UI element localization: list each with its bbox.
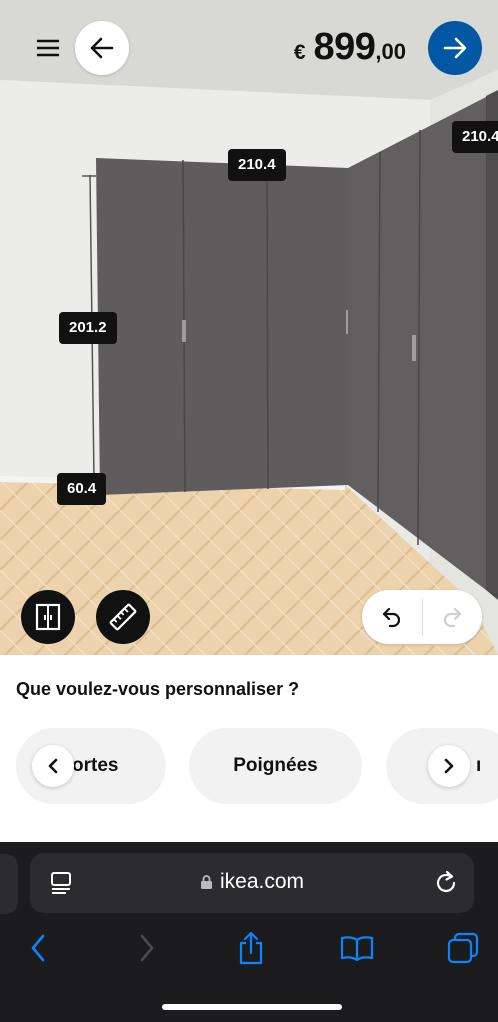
- door-view-button[interactable]: [21, 590, 75, 644]
- chevron-left-icon: [48, 758, 58, 774]
- chevron-right-icon: [444, 758, 454, 774]
- door-icon: [35, 603, 61, 631]
- undo-button[interactable]: [362, 590, 422, 644]
- browser-forward-button[interactable]: [125, 926, 169, 970]
- next-button[interactable]: [428, 21, 482, 75]
- tabs-icon: [447, 932, 479, 964]
- total-price: € 899 ,00: [294, 26, 406, 69]
- customize-title: Que voulez-vous personnaliser ?: [16, 679, 300, 699]
- book-icon: [340, 936, 374, 961]
- dimension-height[interactable]: 201.2: [59, 312, 117, 344]
- browser-toolbar: [0, 926, 498, 970]
- undo-icon: [382, 607, 400, 628]
- redo-icon: [444, 607, 462, 628]
- chevron-left-icon: [31, 934, 45, 962]
- back-button[interactable]: [75, 21, 129, 75]
- chip-label: ortes: [72, 755, 119, 776]
- dimension-top-width[interactable]: 210.4: [228, 149, 286, 181]
- browser-back-button[interactable]: [16, 926, 60, 970]
- reload-button[interactable]: [434, 869, 458, 900]
- dimension-depth[interactable]: 60.4: [57, 473, 107, 505]
- measure-button[interactable]: [96, 590, 150, 644]
- customize-panel: Que voulez-vous personnaliser ? ortes Po…: [0, 655, 498, 842]
- bookmarks-button[interactable]: [335, 926, 379, 970]
- top-bar: € 899 ,00: [0, 0, 498, 96]
- hamburger-icon[interactable]: [28, 30, 68, 66]
- arrow-right-icon: [443, 37, 467, 59]
- room-3d-view[interactable]: € 899 ,00 210.4 210.4 201.2 60.4: [0, 0, 498, 655]
- url-display[interactable]: ikea.com: [30, 870, 474, 894]
- share-button[interactable]: [229, 926, 273, 970]
- chip-label: ı: [476, 755, 482, 776]
- address-bar[interactable]: ikea.com: [30, 853, 474, 913]
- scroll-left-button[interactable]: [32, 745, 74, 787]
- customize-options[interactable]: ortes Poignées ı: [0, 728, 498, 804]
- page-menu-icon: [51, 872, 71, 894]
- scroll-right-button[interactable]: [428, 745, 470, 787]
- page-menu-button[interactable]: [50, 871, 72, 900]
- price-integer: 899: [313, 26, 376, 68]
- chip-label: Poignées: [233, 755, 318, 776]
- redo-button[interactable]: [423, 590, 483, 644]
- browser-chrome: ikea.com: [0, 842, 498, 1022]
- undo-redo-group: [362, 590, 482, 644]
- reload-icon: [436, 870, 456, 892]
- share-icon: [239, 931, 263, 965]
- tabs-button[interactable]: [441, 926, 485, 970]
- dimension-right-width[interactable]: 210.4: [452, 121, 498, 153]
- chip-poignees[interactable]: Poignées: [189, 728, 362, 804]
- url-text: ikea.com: [219, 870, 305, 893]
- price-decimal: ,00: [375, 39, 406, 64]
- arrow-left-icon: [90, 37, 114, 59]
- lock-icon: [200, 875, 212, 889]
- previous-tab[interactable]: [0, 854, 18, 914]
- home-indicator[interactable]: [162, 1004, 342, 1010]
- ruler-icon: [109, 603, 137, 631]
- chevron-right-icon: [140, 934, 154, 962]
- price-currency: €: [293, 41, 306, 64]
